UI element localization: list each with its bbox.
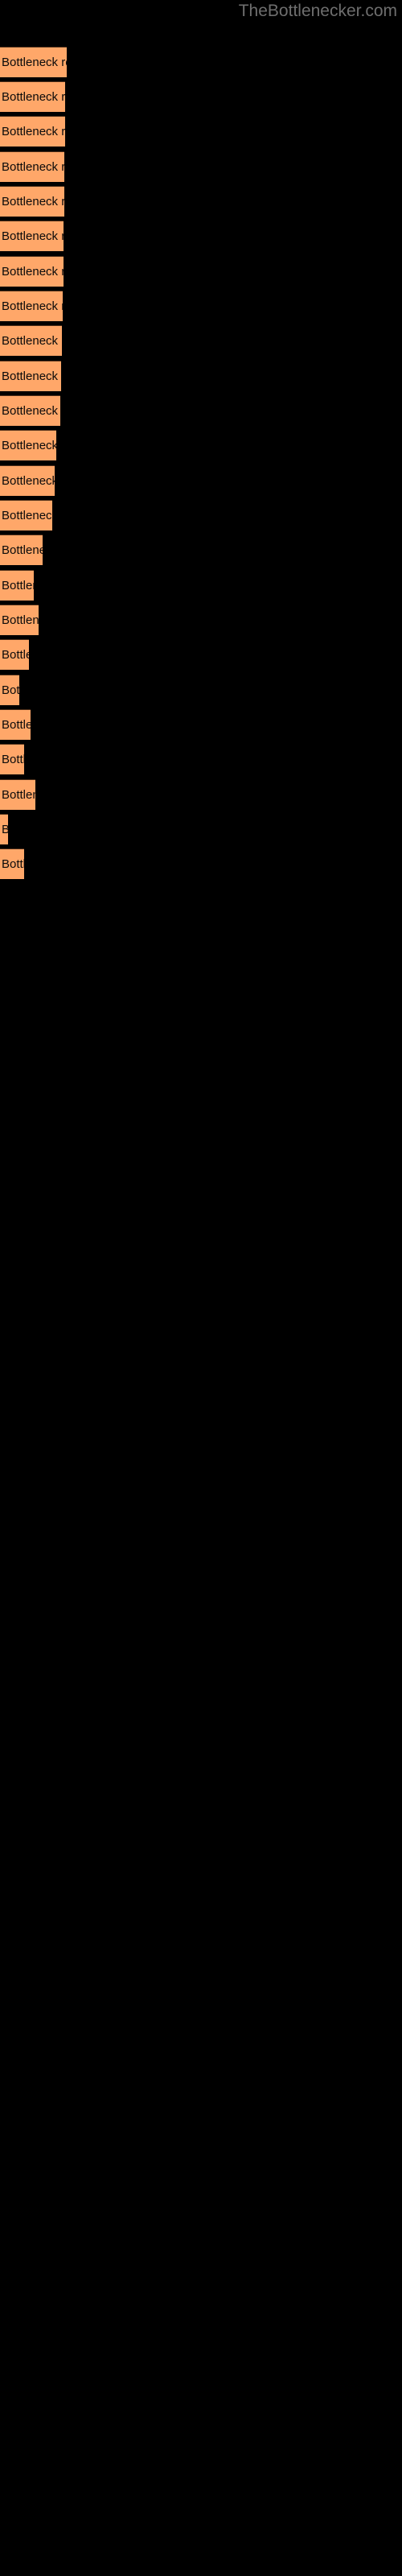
bar-22[interactable]: Bottleneck result <box>0 779 35 810</box>
bar-label-8: Bottleneck result <box>2 299 63 313</box>
bar-label-13: Bottleneck result <box>2 474 55 488</box>
bar-row: Bottleneck result <box>0 395 402 426</box>
bar-row: Bottleneck result <box>0 639 402 670</box>
bar-row: Bottleneck result <box>0 709 402 740</box>
chart-root: TheBottlenecker.com Bottleneck resultBot… <box>0 0 402 2576</box>
bar-13[interactable]: Bottleneck result <box>0 465 55 496</box>
bar-row: Bottleneck result <box>0 291 402 321</box>
bar-row: Bottleneck result <box>0 430 402 460</box>
bar-row: Bottleneck result <box>0 848 402 879</box>
bar-row: Bottleneck result <box>0 535 402 565</box>
bar-14[interactable]: Bottleneck result <box>0 500 52 530</box>
bar-label-12: Bottleneck result <box>2 439 56 452</box>
bar-row: Bottleneck result <box>0 325 402 356</box>
bar-label-4: Bottleneck result <box>2 160 64 174</box>
bar-label-14: Bottleneck result <box>2 509 52 522</box>
bar-row: Bottleneck result <box>0 814 402 844</box>
bar-6[interactable]: Bottleneck result <box>0 221 64 251</box>
bar-label-2: Bottleneck result <box>2 90 65 104</box>
bar-label-22: Bottleneck result <box>2 788 35 802</box>
bar-label-21: Bottleneck result <box>2 753 24 766</box>
bar-row: Bottleneck result <box>0 186 402 217</box>
bar-4[interactable]: Bottleneck result <box>0 151 64 182</box>
bar-21[interactable]: Bottleneck result <box>0 744 24 774</box>
bar-label-5: Bottleneck result <box>2 195 64 208</box>
bar-row: Bottleneck result <box>0 605 402 635</box>
bar-row: Bottleneck result <box>0 116 402 147</box>
bar-15[interactable]: Bottleneck result <box>0 535 43 565</box>
bar-label-17: Bottleneck result <box>2 613 39 627</box>
bar-label-9: Bottleneck result <box>2 334 62 348</box>
bar-17[interactable]: Bottleneck result <box>0 605 39 635</box>
bar-label-7: Bottleneck result <box>2 265 64 279</box>
bar-2[interactable]: Bottleneck result <box>0 81 65 112</box>
bar-23[interactable]: Bottleneck result <box>0 814 8 844</box>
bar-row: Bottleneck result <box>0 744 402 774</box>
bar-label-11: Bottleneck result <box>2 404 60 418</box>
bar-19[interactable]: Bottleneck result <box>0 675 19 705</box>
bar-9[interactable]: Bottleneck result <box>0 325 62 356</box>
bar-12[interactable]: Bottleneck result <box>0 430 56 460</box>
bar-row: Bottleneck result <box>0 81 402 112</box>
bar-label-3: Bottleneck result <box>2 125 65 138</box>
bar-chart-plot-area: Bottleneck result Bottleneck result Bottle… <box>0 0 402 2576</box>
bar-row: Bottleneck result <box>0 221 402 251</box>
bar-label-20: Bottleneck result <box>2 718 31 732</box>
bar-10[interactable]: Bottleneck result <box>0 361 61 391</box>
bar-1[interactable]: Bottleneck result <box>0 47 67 77</box>
bar-row: Bottleneck result <box>0 151 402 182</box>
bar-20[interactable]: Bottleneck result <box>0 709 31 740</box>
bar-3[interactable]: Bottleneck result <box>0 116 65 147</box>
bar-row: Bottleneck result <box>0 500 402 530</box>
bar-row: Bottleneck result <box>0 361 402 391</box>
bar-24[interactable]: Bottleneck result <box>0 848 24 879</box>
bar-label-24: Bottleneck result <box>2 857 24 871</box>
bar-row: Bottleneck result <box>0 47 402 77</box>
bar-row: Bottleneck result <box>0 675 402 705</box>
bar-label-1: Bottleneck result <box>2 56 67 69</box>
bar-row: Bottleneck result <box>0 465 402 496</box>
bar-16[interactable]: Bottleneck result <box>0 570 34 601</box>
bar-label-23: Bottleneck result <box>2 815 8 844</box>
bar-label-16: Bottleneck result <box>2 579 34 592</box>
bar-8[interactable]: Bottleneck result <box>0 291 63 321</box>
bar-row: Bottleneck result <box>0 256 402 287</box>
bar-label-19: Bottleneck result <box>2 683 19 697</box>
bar-11[interactable]: Bottleneck result <box>0 395 60 426</box>
bar-label-18: Bottleneck result <box>2 648 29 662</box>
bar-7[interactable]: Bottleneck result <box>0 256 64 287</box>
bar-18[interactable]: Bottleneck result <box>0 639 29 670</box>
bar-label-10: Bottleneck result <box>2 369 61 383</box>
bar-row: Bottleneck result <box>0 570 402 601</box>
bar-label-6: Bottleneck result <box>2 229 64 243</box>
bar-row: Bottleneck result <box>0 779 402 810</box>
bar-label-15: Bottleneck result <box>2 543 43 557</box>
bar-5[interactable]: Bottleneck result <box>0 186 64 217</box>
